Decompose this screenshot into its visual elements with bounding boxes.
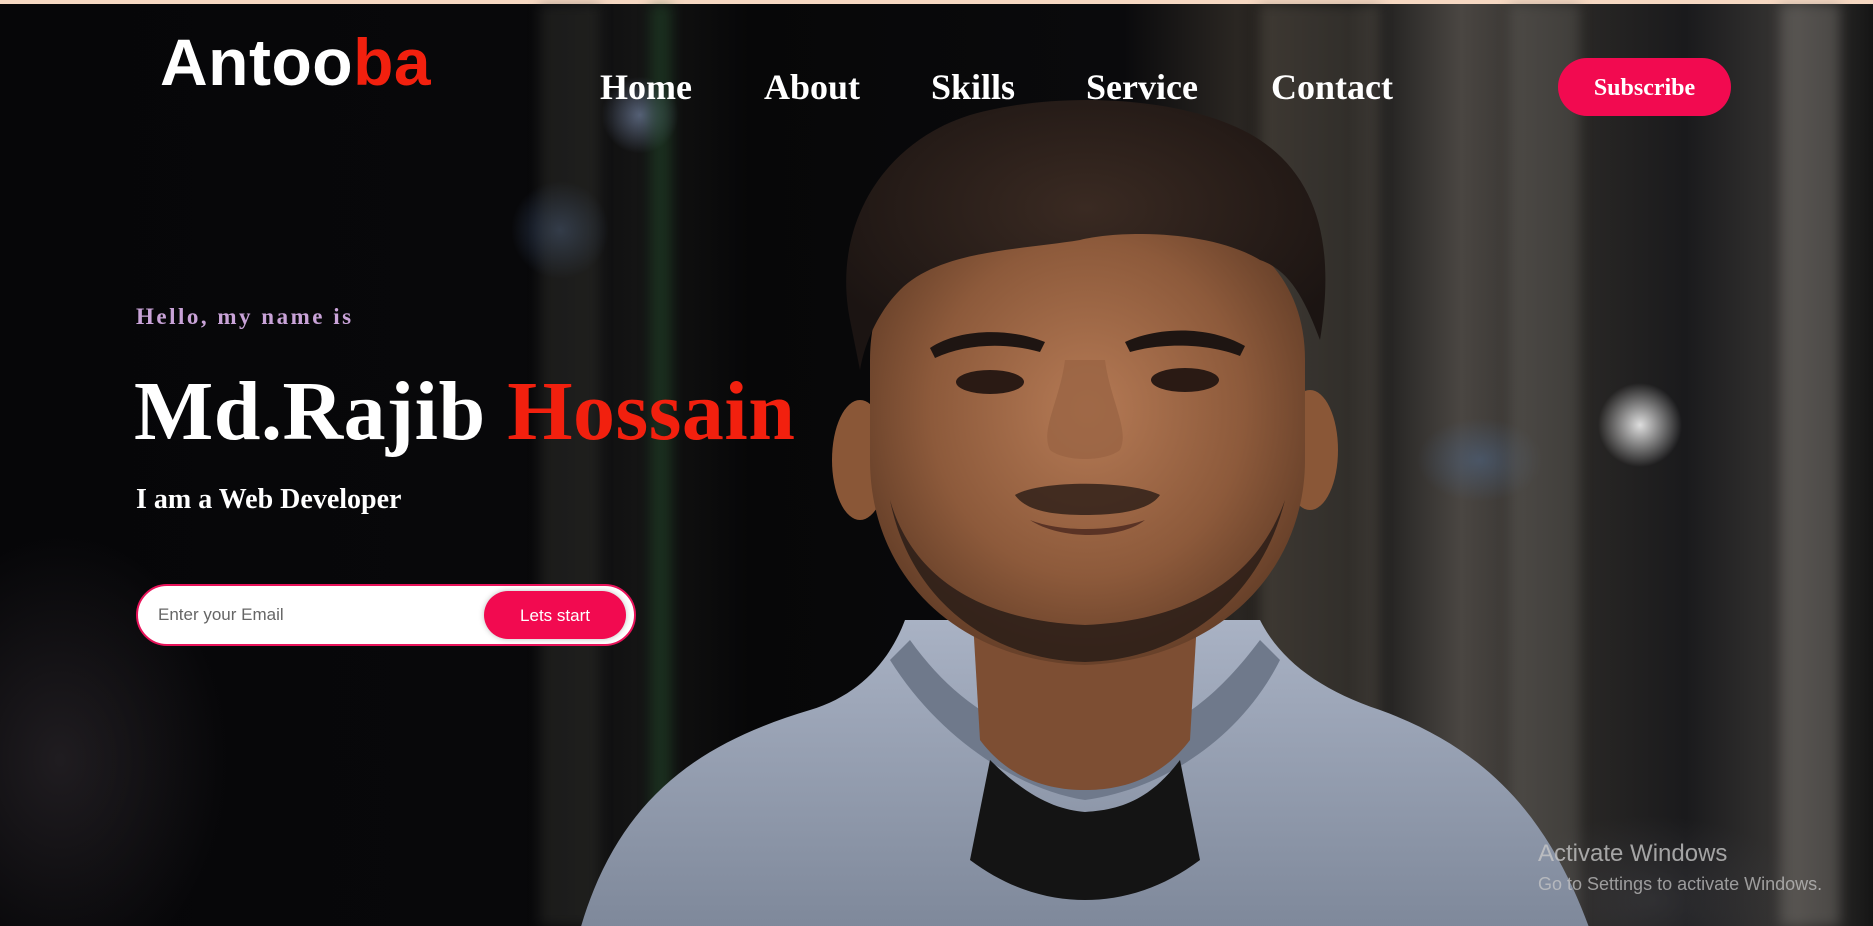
hero-first-name: Md.Rajib <box>134 365 486 458</box>
logo-text-accent: ba <box>353 25 432 99</box>
top-strip <box>0 0 1873 4</box>
activate-windows-subtitle: Go to Settings to activate Windows. <box>1538 874 1823 894</box>
hero-last-name: Hossain <box>507 365 796 458</box>
email-input[interactable] <box>158 586 458 644</box>
subscribe-button[interactable]: Subscribe <box>1558 58 1731 116</box>
nav-link-service[interactable]: Service <box>1086 62 1198 112</box>
nav-link-skills[interactable]: Skills <box>931 62 1015 112</box>
activate-windows-title: Activate Windows <box>1538 840 1728 867</box>
background-pillar <box>1780 4 1840 926</box>
hero-portrait-photo <box>560 100 1600 926</box>
logo-text-primary: Antoo <box>160 25 354 99</box>
hero-name: Md.Rajib Hossain <box>134 362 795 462</box>
hero-greeting: Hello, my name is <box>136 304 354 329</box>
lets-start-button[interactable]: Lets start <box>484 591 626 639</box>
email-signup-form: Lets start <box>136 584 636 646</box>
landing-page: Antooba Home About Skills Service Contac… <box>0 0 1873 926</box>
nav-link-contact[interactable]: Contact <box>1271 62 1393 112</box>
nav-link-about[interactable]: About <box>764 62 860 112</box>
hero-tagline: I am a Web Developer <box>136 484 402 515</box>
nav-link-home[interactable]: Home <box>600 62 692 112</box>
site-logo[interactable]: Antooba <box>160 24 431 100</box>
